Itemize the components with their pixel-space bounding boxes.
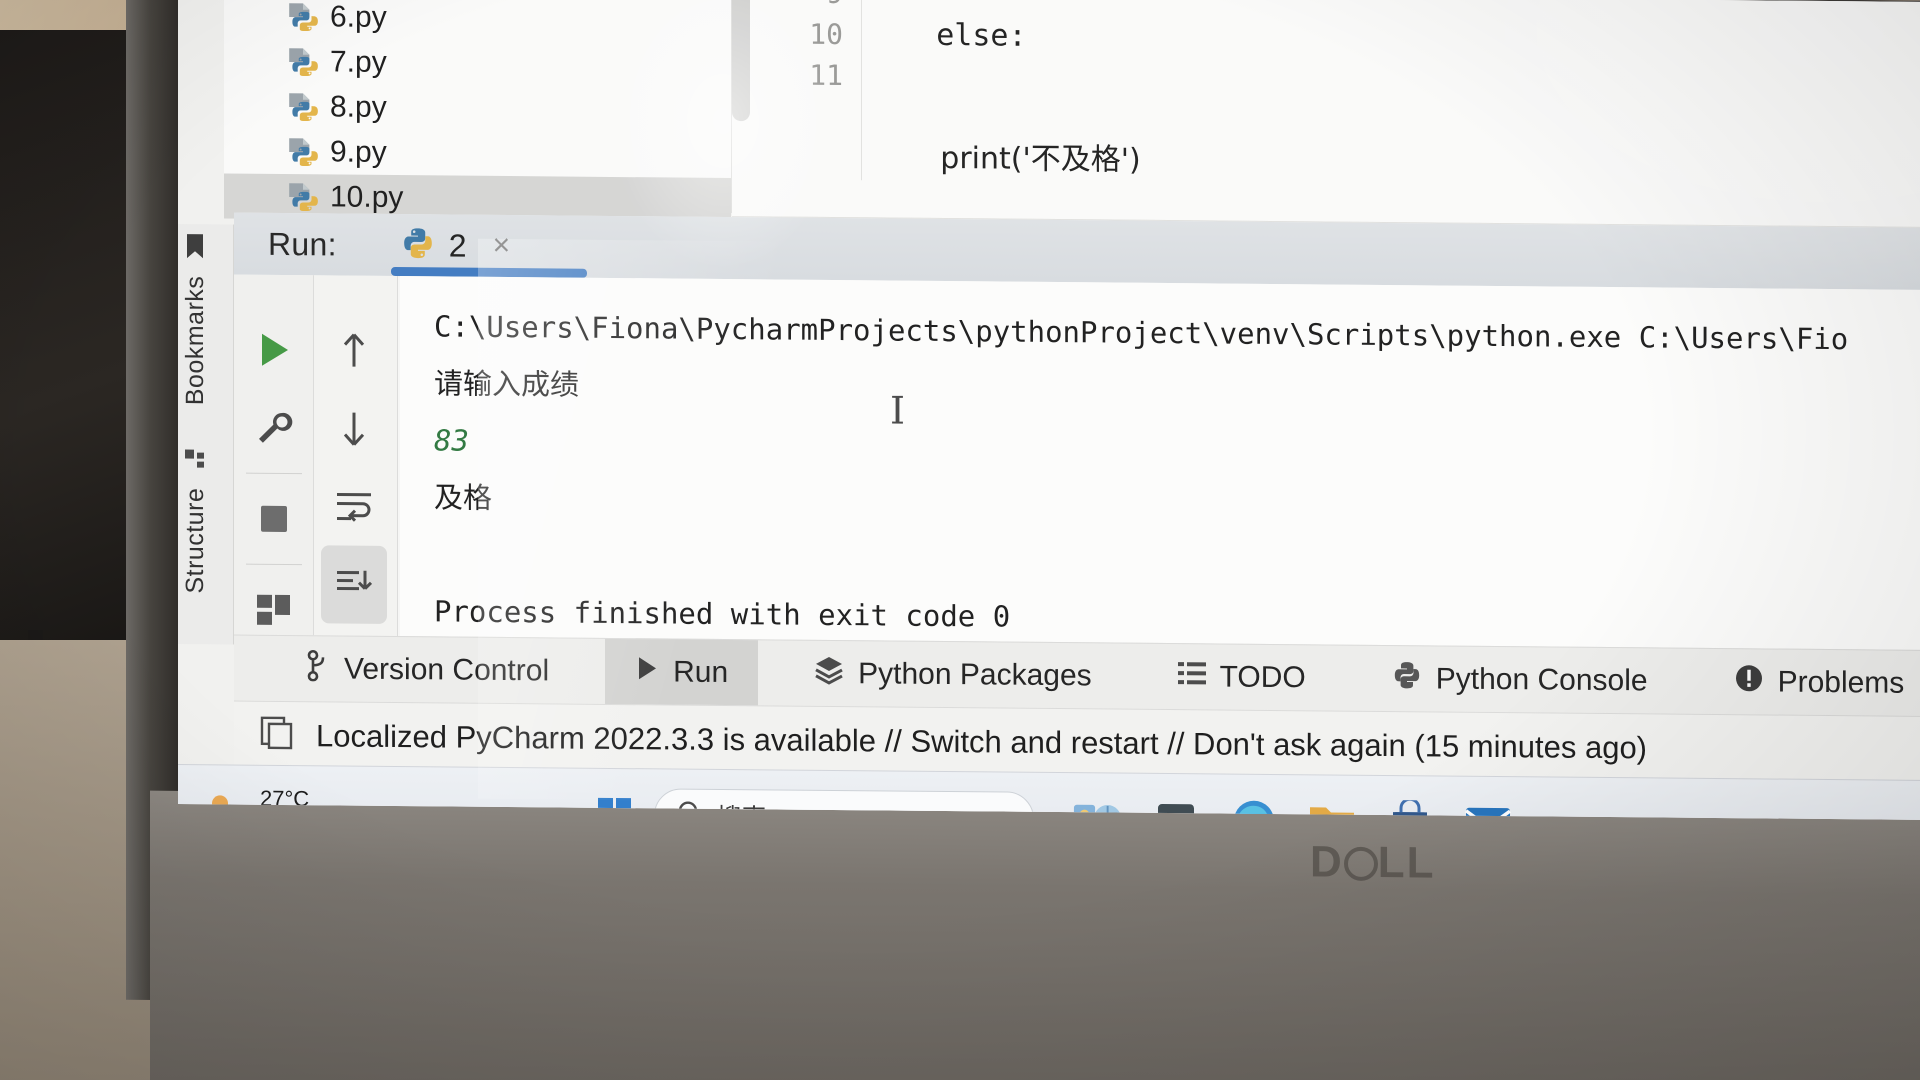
list-item-label: 9.py bbox=[330, 134, 387, 169]
python-icon bbox=[1392, 660, 1422, 698]
tab-label: Python Packages bbox=[858, 656, 1092, 692]
project-tool-window[interactable]: 5.py 6.py bbox=[224, 0, 732, 224]
left-tool-strip: Bookmarks Structure bbox=[178, 224, 234, 645]
tab-label: Problems bbox=[1777, 665, 1905, 700]
run-tool-window: Run: 2 × C:\Users\Fiona\PycharmProjects\… bbox=[234, 212, 1920, 820]
branch-icon bbox=[306, 649, 330, 689]
stop-icon[interactable] bbox=[234, 480, 314, 559]
python-file-icon bbox=[286, 45, 320, 79]
soft-wrap-icon[interactable] bbox=[314, 467, 394, 546]
code-line: print('不及格') bbox=[864, 140, 1141, 178]
code-editor[interactable]: 8 9 10 11 else: print('不及格') bbox=[732, 0, 1920, 227]
list-item-label: 10.py bbox=[330, 179, 404, 214]
list-item[interactable]: 8.py bbox=[224, 83, 731, 133]
editor-scrollbar[interactable] bbox=[732, 0, 750, 122]
scroll-to-end-icon[interactable] bbox=[321, 545, 387, 624]
list-item[interactable]: 7.py bbox=[224, 38, 731, 88]
notification-icon[interactable] bbox=[260, 716, 294, 755]
python-file-icon bbox=[286, 90, 320, 124]
list-item-label: 8.py bbox=[330, 89, 387, 124]
sidebar-item-structure[interactable]: Structure bbox=[181, 446, 210, 594]
mouse-text-cursor: I bbox=[890, 388, 906, 433]
tab-problems[interactable]: Problems bbox=[1704, 648, 1920, 716]
close-icon[interactable]: × bbox=[493, 229, 511, 263]
line-number: 10 bbox=[809, 17, 843, 52]
toolbar-divider bbox=[245, 472, 302, 475]
play-icon bbox=[635, 655, 659, 689]
tab-label: Python Console bbox=[1435, 661, 1648, 697]
run-toolbar-primary: » bbox=[234, 274, 314, 685]
run-window-title: Run: bbox=[268, 225, 337, 262]
laptop-photo-scene: DLL 5.py bbox=[0, 0, 1920, 1080]
tab-run[interactable]: Run bbox=[605, 638, 759, 706]
sidebar-item-label: Structure bbox=[181, 487, 209, 594]
code-line: else: bbox=[864, 17, 1027, 54]
editor-line-number-gutter: 8 9 10 11 bbox=[750, 0, 862, 181]
status-message[interactable]: Localized PyCharm 2022.3.3 is available … bbox=[316, 718, 1647, 766]
tab-version-control[interactable]: Version Control bbox=[276, 635, 579, 704]
list-item[interactable]: 9.py bbox=[224, 128, 731, 178]
tab-label: TODO bbox=[1219, 659, 1306, 694]
exclamation-circle-icon bbox=[1734, 663, 1764, 701]
line-number: 9 bbox=[750, 0, 861, 14]
run-toolbar-secondary: » bbox=[314, 275, 398, 738]
run-tab-label: 2 bbox=[448, 226, 467, 264]
settings-wrench-icon[interactable] bbox=[234, 389, 314, 468]
laptop-screen: 5.py 6.py bbox=[178, 0, 1920, 820]
run-console-output[interactable]: C:\Users\Fiona\PycharmProjects\pythonPro… bbox=[400, 276, 1920, 650]
run-configuration-tab[interactable]: 2 × bbox=[390, 214, 587, 278]
python-file-icon bbox=[286, 135, 320, 169]
list-item-label: 6.py bbox=[330, 0, 387, 34]
run-icon[interactable] bbox=[234, 311, 314, 390]
list-item-label: 7.py bbox=[330, 44, 387, 79]
structure-icon bbox=[181, 446, 210, 472]
tab-python-packages[interactable]: Python Packages bbox=[784, 640, 1121, 709]
laptop-deck bbox=[150, 790, 1920, 1080]
layers-icon bbox=[814, 654, 844, 692]
scroll-down-icon[interactable] bbox=[314, 389, 394, 468]
list-item[interactable]: 6.py bbox=[224, 0, 731, 43]
sidebar-item-bookmarks[interactable]: Bookmarks bbox=[181, 232, 210, 405]
line-number: 11 bbox=[809, 58, 843, 93]
sidebar-item-label: Bookmarks bbox=[181, 275, 209, 406]
bookmark-icon bbox=[181, 232, 210, 260]
scroll-up-icon[interactable] bbox=[314, 311, 394, 390]
toolbar-divider bbox=[245, 563, 302, 566]
tab-label: Run bbox=[673, 655, 729, 689]
tab-todo[interactable]: TODO bbox=[1148, 643, 1336, 711]
tab-python-console[interactable]: Python Console bbox=[1362, 645, 1678, 714]
list-icon bbox=[1177, 660, 1206, 694]
python-file-icon bbox=[286, 180, 320, 214]
tab-label: Version Control bbox=[344, 652, 550, 687]
python-file-icon bbox=[286, 0, 320, 34]
python-icon bbox=[401, 226, 435, 265]
dell-brand-logo: D LL bbox=[1310, 837, 1436, 888]
